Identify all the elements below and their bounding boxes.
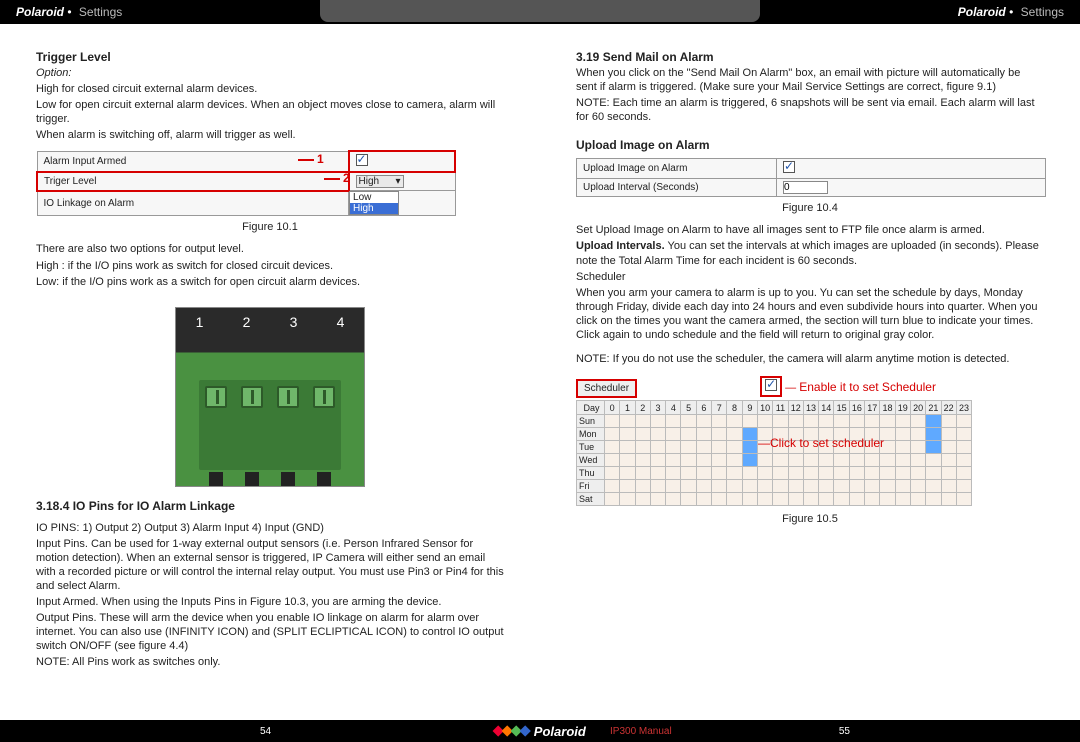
scheduler-click-label: —Click to set scheduler bbox=[758, 436, 884, 450]
upload-interval-cell bbox=[777, 179, 1046, 197]
row-label: IO Linkage on Alarm bbox=[37, 191, 349, 216]
row-label: Upload Interval (Seconds) bbox=[577, 179, 777, 197]
spread: Trigger Level Option: High for closed ci… bbox=[0, 24, 1080, 720]
callout-2: 2 bbox=[343, 171, 350, 185]
section-name: Settings bbox=[1021, 5, 1064, 19]
header-bar: Polaroid • Settings Polaroid • Settings bbox=[0, 0, 1080, 24]
dropdown-list: Low High bbox=[349, 191, 399, 215]
callout-line bbox=[298, 159, 314, 161]
io-connector-photo: 1234 bbox=[175, 307, 365, 487]
brand: Polaroid bbox=[958, 5, 1006, 19]
figure-caption: Figure 10.5 bbox=[576, 512, 1044, 526]
figure-caption: Figure 10.1 bbox=[36, 220, 504, 234]
body-text: When alarm is switching off, alarm will … bbox=[36, 128, 504, 142]
pin-numbers: 1234 bbox=[176, 314, 364, 330]
header-right: Polaroid • Settings bbox=[958, 5, 1064, 19]
body-text: NOTE: All Pins work as switches only. bbox=[36, 655, 504, 669]
dot: • bbox=[1009, 5, 1017, 19]
manual-title: IP300 Manual bbox=[610, 726, 672, 737]
figure-10-5-scheduler: Scheduler — Enable it to set Scheduler D… bbox=[576, 376, 1044, 506]
body-text: Output Pins. These will arm the device w… bbox=[36, 611, 504, 653]
body-text: When you click on the "Send Mail On Alar… bbox=[576, 66, 1044, 94]
body-text: When you arm your camera to alarm is up … bbox=[576, 286, 1044, 342]
header-left: Polaroid • Settings bbox=[16, 5, 122, 19]
body-text: Scheduler bbox=[576, 270, 1044, 284]
callout-1: 1 bbox=[317, 152, 324, 166]
dot: • bbox=[67, 5, 75, 19]
body-text: Input Armed. When using the Inputs Pins … bbox=[36, 595, 504, 609]
page-number-left: 54 bbox=[260, 726, 271, 737]
heading-trigger-level: Trigger Level bbox=[36, 50, 504, 64]
body-text: There are also two options for output le… bbox=[36, 242, 504, 256]
terminal-block bbox=[199, 380, 342, 470]
polaroid-logo: Polaroid bbox=[494, 724, 586, 739]
row-label: Triger Level bbox=[37, 172, 349, 191]
dropdown-options[interactable]: Low High bbox=[349, 191, 455, 216]
brand: Polaroid bbox=[16, 5, 64, 19]
scheduler-enable-checkbox[interactable] bbox=[760, 376, 782, 397]
body-text: NOTE: If you do not use the scheduler, t… bbox=[576, 352, 1044, 366]
upload-image-checkbox[interactable] bbox=[777, 159, 1046, 179]
page-54: Trigger Level Option: High for closed ci… bbox=[0, 24, 540, 720]
body-text: IO PINS: 1) Output 2) Output 3) Alarm In… bbox=[36, 521, 504, 535]
upload-interval-input[interactable] bbox=[783, 181, 828, 194]
body-text: NOTE: Each time an alarm is triggered, 6… bbox=[576, 96, 1044, 124]
body-text: Low for open circuit external alarm devi… bbox=[36, 98, 504, 126]
figure-caption: Figure 10.4 bbox=[576, 201, 1044, 215]
figure-10-4-table: Upload Image on Alarm Upload Interval (S… bbox=[576, 158, 1046, 197]
body-text: Low: if the I/O pins work as a switch fo… bbox=[36, 275, 504, 289]
option-high[interactable]: High bbox=[350, 203, 398, 214]
body-text: Upload Intervals. You can set the interv… bbox=[576, 239, 1044, 267]
checkbox-icon bbox=[356, 154, 368, 166]
alarm-input-armed-checkbox[interactable] bbox=[349, 151, 455, 172]
section-name: Settings bbox=[79, 5, 122, 19]
row-label: Alarm Input Armed bbox=[37, 151, 349, 172]
figure-10-1-table: Alarm Input Armed Triger Level High▾ IO … bbox=[36, 150, 456, 216]
option-low[interactable]: Low bbox=[350, 192, 398, 203]
heading-upload-image: Upload Image on Alarm bbox=[576, 138, 1044, 152]
body-text: High for closed circuit external alarm d… bbox=[36, 82, 504, 96]
footer-bar: 54 Polaroid IP300 Manual 55 bbox=[0, 720, 1080, 742]
browser-notch bbox=[320, 0, 760, 22]
body-text: Input Pins. Can be used for 1-way extern… bbox=[36, 537, 504, 593]
heading-io-pins: 3.18.4 IO Pins for IO Alarm Linkage bbox=[36, 499, 504, 513]
pin-row bbox=[199, 472, 342, 486]
option-label: Option: bbox=[36, 66, 504, 80]
row-label: Upload Image on Alarm bbox=[577, 159, 777, 179]
dropdown: High▾ bbox=[356, 175, 404, 188]
scheduler-button[interactable]: Scheduler bbox=[576, 379, 637, 398]
page-55: 3.19 Send Mail on Alarm When you click o… bbox=[540, 24, 1080, 720]
callout-line bbox=[324, 178, 340, 180]
body-text: High : if the I/O pins work as switch fo… bbox=[36, 259, 504, 273]
checkbox-icon bbox=[783, 161, 795, 173]
page-number-right: 55 bbox=[839, 726, 850, 737]
scheduler-grid[interactable]: Day0123456789101112131415161718192021222… bbox=[576, 400, 972, 506]
body-text: Set Upload Image on Alarm to have all im… bbox=[576, 223, 1044, 237]
heading-send-mail: 3.19 Send Mail on Alarm bbox=[576, 50, 1044, 64]
trigger-level-select[interactable]: High▾ bbox=[349, 172, 455, 191]
checkbox-icon bbox=[765, 379, 777, 391]
scheduler-enable-label: Enable it to set Scheduler bbox=[799, 380, 936, 394]
